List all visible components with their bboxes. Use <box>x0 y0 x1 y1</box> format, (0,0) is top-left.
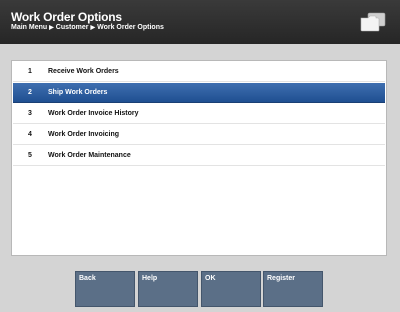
menu-item-work-order-maintenance[interactable]: 5 Work Order Maintenance <box>13 146 385 166</box>
help-button-label: Help <box>142 275 158 282</box>
button-bar <box>0 263 400 312</box>
menu-item-work-order-invoice-history[interactable]: 3 Work Order Invoice History <box>13 104 385 124</box>
menu-item-label: Work Order Invoicing <box>48 131 120 138</box>
menu-item-ship-work-orders[interactable]: 2 Ship Work Orders <box>13 83 385 103</box>
help-button[interactable]: Help <box>138 271 198 307</box>
page-title: Work Order Options <box>11 10 122 24</box>
menu-item-number: 3 <box>28 110 32 117</box>
menu-item-label: Work Order Invoice History <box>48 110 139 117</box>
breadcrumb: Main Menu ▶ Customer ▶ Work Order Options <box>11 24 164 31</box>
back-button[interactable]: Back <box>75 271 135 307</box>
breadcrumb-separator-icon: ▶ <box>49 25 54 31</box>
menu-item-label: Receive Work Orders <box>48 68 119 75</box>
menu-item-label: Ship Work Orders <box>48 89 108 96</box>
menu-item-number: 2 <box>28 89 32 96</box>
menu-item-number: 1 <box>28 68 32 75</box>
register-button-label: Register <box>267 275 296 282</box>
ok-button-label: OK <box>205 275 216 282</box>
register-button[interactable]: Register <box>263 271 323 307</box>
title-bar: Work Order Options Main Menu ▶ Customer ▶ Wo… <box>0 0 400 44</box>
menu-item-number: 5 <box>28 152 32 159</box>
menu-item-work-order-invoicing[interactable]: 4 Work Order Invoicing <box>13 125 385 145</box>
back-button-label: Back <box>79 275 96 282</box>
breadcrumb-main-menu[interactable]: Main Menu <box>11 24 47 31</box>
options-list: 1 Receive Work Orders 2 Ship Work Orders… <box>11 60 387 256</box>
breadcrumb-work-order-options: Work Order Options <box>97 24 164 31</box>
menu-item-receive-work-orders[interactable]: 1 Receive Work Orders <box>13 62 385 82</box>
menu-item-number: 4 <box>28 131 32 138</box>
menu-item-label: Work Order Maintenance <box>48 152 131 159</box>
ok-button[interactable]: OK <box>201 271 261 307</box>
folders-icon[interactable] <box>360 12 386 32</box>
breadcrumb-customer[interactable]: Customer <box>56 24 89 31</box>
breadcrumb-separator-icon: ▶ <box>90 25 96 31</box>
